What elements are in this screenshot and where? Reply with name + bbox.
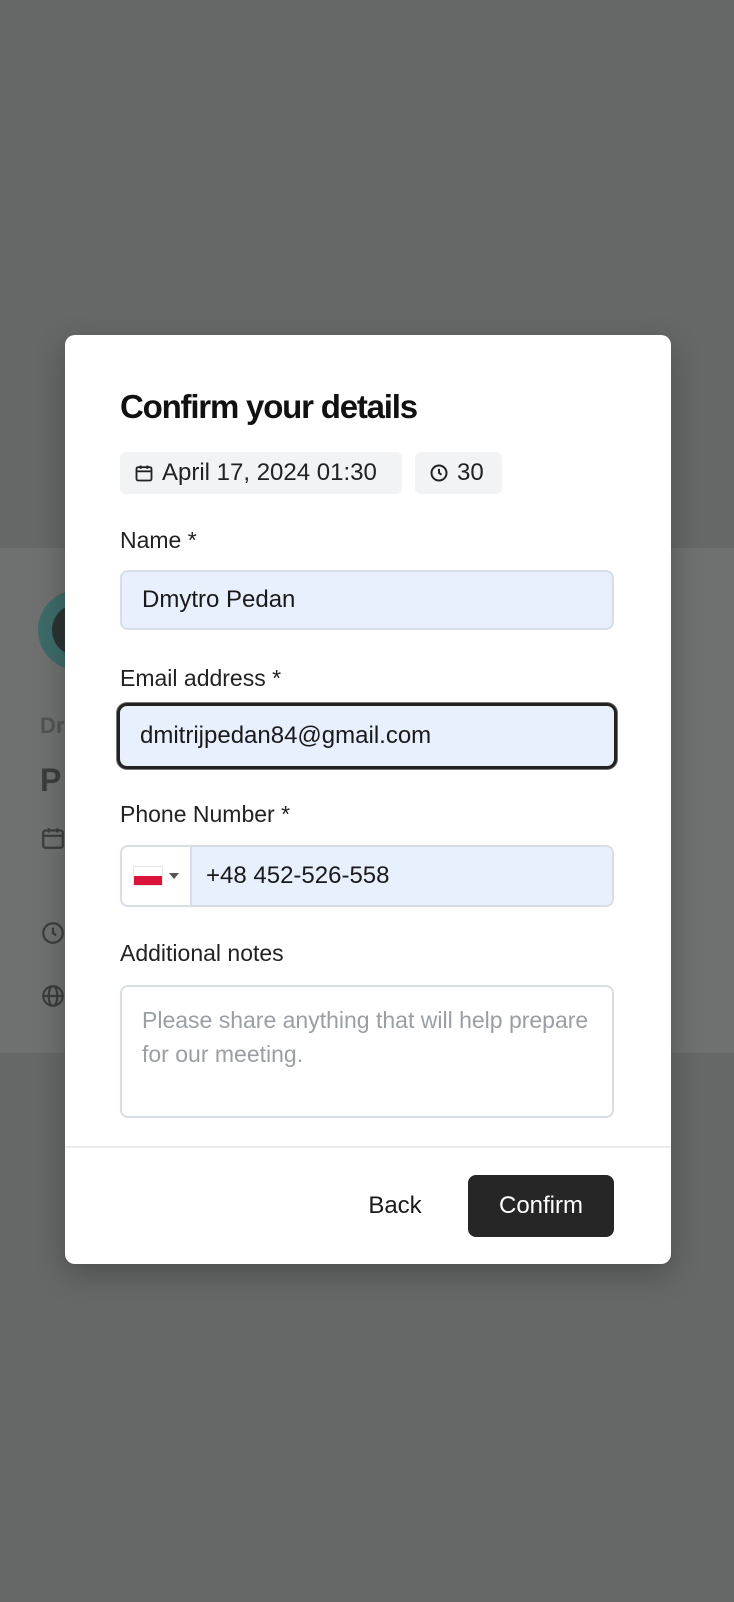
confirm-details-dialog: Confirm your details April 17, 2024 01:3… <box>65 335 671 1264</box>
calendar-icon <box>135 465 153 482</box>
clock-icon <box>430 464 448 482</box>
duration-chip-label: 30 <box>457 459 484 486</box>
phone-field-group <box>120 845 614 907</box>
notes-textarea[interactable] <box>120 985 614 1118</box>
clock-icon <box>42 922 64 944</box>
confirm-button[interactable]: Confirm <box>468 1175 614 1237</box>
name-field[interactable] <box>120 570 614 630</box>
host-name-partial: Dr <box>40 713 65 738</box>
phone-field[interactable] <box>192 847 612 905</box>
dialog-divider <box>65 1146 671 1148</box>
country-code-select[interactable] <box>122 847 192 905</box>
email-field[interactable] <box>117 703 617 769</box>
calendar-icon <box>42 828 64 849</box>
poland-flag-icon <box>133 866 163 886</box>
back-button[interactable]: Back <box>335 1175 455 1237</box>
email-label: Email address * <box>120 665 282 691</box>
chevron-down-icon <box>169 873 179 879</box>
date-chip-label: April 17, 2024 01:30 <box>162 459 377 486</box>
duration-chip: 30 <box>415 452 502 494</box>
date-chip: April 17, 2024 01:30 <box>120 452 402 494</box>
globe-icon <box>42 985 64 1007</box>
dialog-title: Confirm your details <box>120 388 418 425</box>
phone-label: Phone Number * <box>120 801 291 827</box>
event-title-partial: P <box>40 762 62 798</box>
name-label: Name * <box>120 527 197 553</box>
notes-label: Additional notes <box>120 940 284 966</box>
